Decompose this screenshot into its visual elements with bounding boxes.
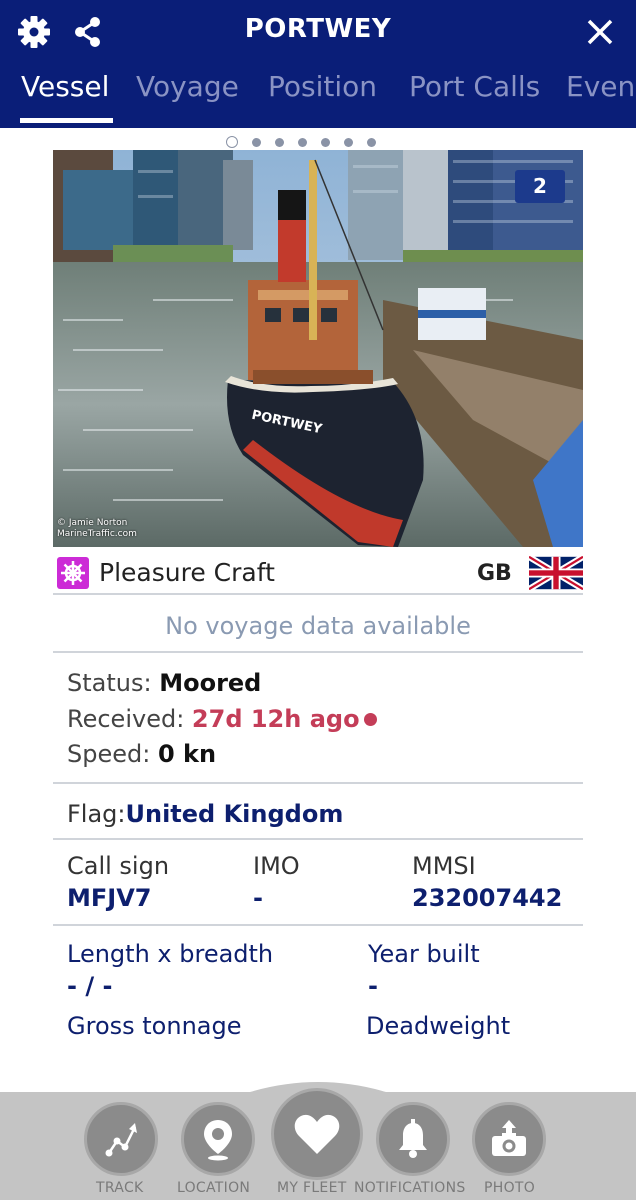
status-line: Status: Moored <box>67 669 262 697</box>
location-pin-icon <box>181 1102 255 1176</box>
length-breadth-value: - / - <box>67 972 113 1000</box>
status-section: Status: Moored Received: 27d 12h ago Spe… <box>53 655 583 784</box>
camera-upload-icon <box>472 1102 546 1176</box>
identifiers-section: Call sign MFJV7 IMO - MMSI 232007442 <box>53 842 583 926</box>
flag-code: GB <box>477 561 512 586</box>
flag-row: Flag:United Kingdom <box>53 786 583 840</box>
nav-notifications-label[interactable]: NOTIFICATIONS <box>354 1180 466 1196</box>
vessel-type-label: Pleasure Craft <box>99 558 275 587</box>
nav-photo-button[interactable] <box>472 1102 546 1176</box>
length-breadth-label: Length x breadth <box>67 940 274 968</box>
carousel-dot[interactable] <box>298 137 307 147</box>
nav-my-fleet-label[interactable]: MY FLEET <box>277 1180 347 1196</box>
dimensions-section: Length x breadth - / - Year built - Gros… <box>53 928 583 1058</box>
speed-value: 0 kn <box>157 740 217 768</box>
received-value: 27d 12h ago <box>191 705 360 733</box>
flag-label: Flag: <box>67 800 126 828</box>
call-sign-label: Call sign <box>67 852 170 880</box>
photo-count-badge[interactable]: 2 <box>515 170 565 203</box>
carousel-dot[interactable] <box>226 136 238 148</box>
nav-track-label[interactable]: TRACK <box>96 1180 144 1196</box>
tab-vessel[interactable]: Vessel <box>21 70 109 103</box>
nav-notifications-button[interactable] <box>376 1102 450 1176</box>
flag-country: United Kingdom <box>125 800 344 828</box>
nav-location-label[interactable]: LOCATION <box>177 1180 250 1196</box>
uk-flag-icon <box>529 556 583 590</box>
nav-location-button[interactable] <box>181 1102 255 1176</box>
carousel-dots[interactable] <box>226 135 376 149</box>
no-voyage-message: No voyage data available <box>53 597 583 653</box>
nav-track-button[interactable] <box>84 1102 158 1176</box>
app-header: PORTWEY Vessel Voyage Position Port Call… <box>0 0 636 128</box>
year-built-value: - <box>368 972 378 1000</box>
status-value: Moored <box>159 669 262 697</box>
imo-value: - <box>253 884 263 912</box>
nav-my-fleet-button[interactable] <box>271 1088 363 1180</box>
mmsi-value: 232007442 <box>412 884 563 912</box>
carousel-dot[interactable] <box>344 137 353 147</box>
vessel-photo[interactable]: 2 © Jamie Norton MarineTraffic.com PORTW… <box>53 150 583 547</box>
tab-bar: Vessel Voyage Position Port Calls Even <box>0 66 636 128</box>
bell-icon <box>376 1102 450 1176</box>
nav-photo-label[interactable]: PHOTO <box>484 1180 535 1196</box>
carousel-dot[interactable] <box>321 137 330 147</box>
received-line: Received: 27d 12h ago <box>67 705 377 733</box>
heart-icon <box>271 1088 363 1180</box>
imo-label: IMO <box>253 852 300 880</box>
tab-voyage[interactable]: Voyage <box>136 70 239 103</box>
stale-indicator-dot <box>363 713 377 726</box>
track-icon <box>84 1102 158 1176</box>
page-title: PORTWEY <box>244 14 392 44</box>
mmsi-label: MMSI <box>412 852 476 880</box>
tab-events[interactable]: Even <box>566 70 635 103</box>
speed-line: Speed: 0 kn <box>67 740 217 768</box>
carousel-dot[interactable] <box>275 137 284 147</box>
deadweight-label: Deadweight <box>366 1012 511 1040</box>
ship-wheel-icon <box>57 557 89 589</box>
vessel-type-row: Pleasure Craft GB <box>53 549 583 595</box>
gross-tonnage-label: Gross tonnage <box>67 1012 242 1040</box>
active-tab-indicator <box>20 118 113 123</box>
carousel-dot[interactable] <box>252 137 261 147</box>
photo-credit: © Jamie Norton MarineTraffic.com <box>57 518 137 539</box>
carousel-dot[interactable] <box>367 137 376 147</box>
tab-position[interactable]: Position <box>268 70 377 103</box>
tab-port-calls[interactable]: Port Calls <box>409 70 540 103</box>
call-sign-value: MFJV7 <box>67 884 152 912</box>
close-icon[interactable] <box>580 12 620 52</box>
bottom-nav-bar: TRACK LOCATION MY FLEET NOTIFICATIONS PH… <box>0 1088 636 1200</box>
year-built-label: Year built <box>368 940 480 968</box>
